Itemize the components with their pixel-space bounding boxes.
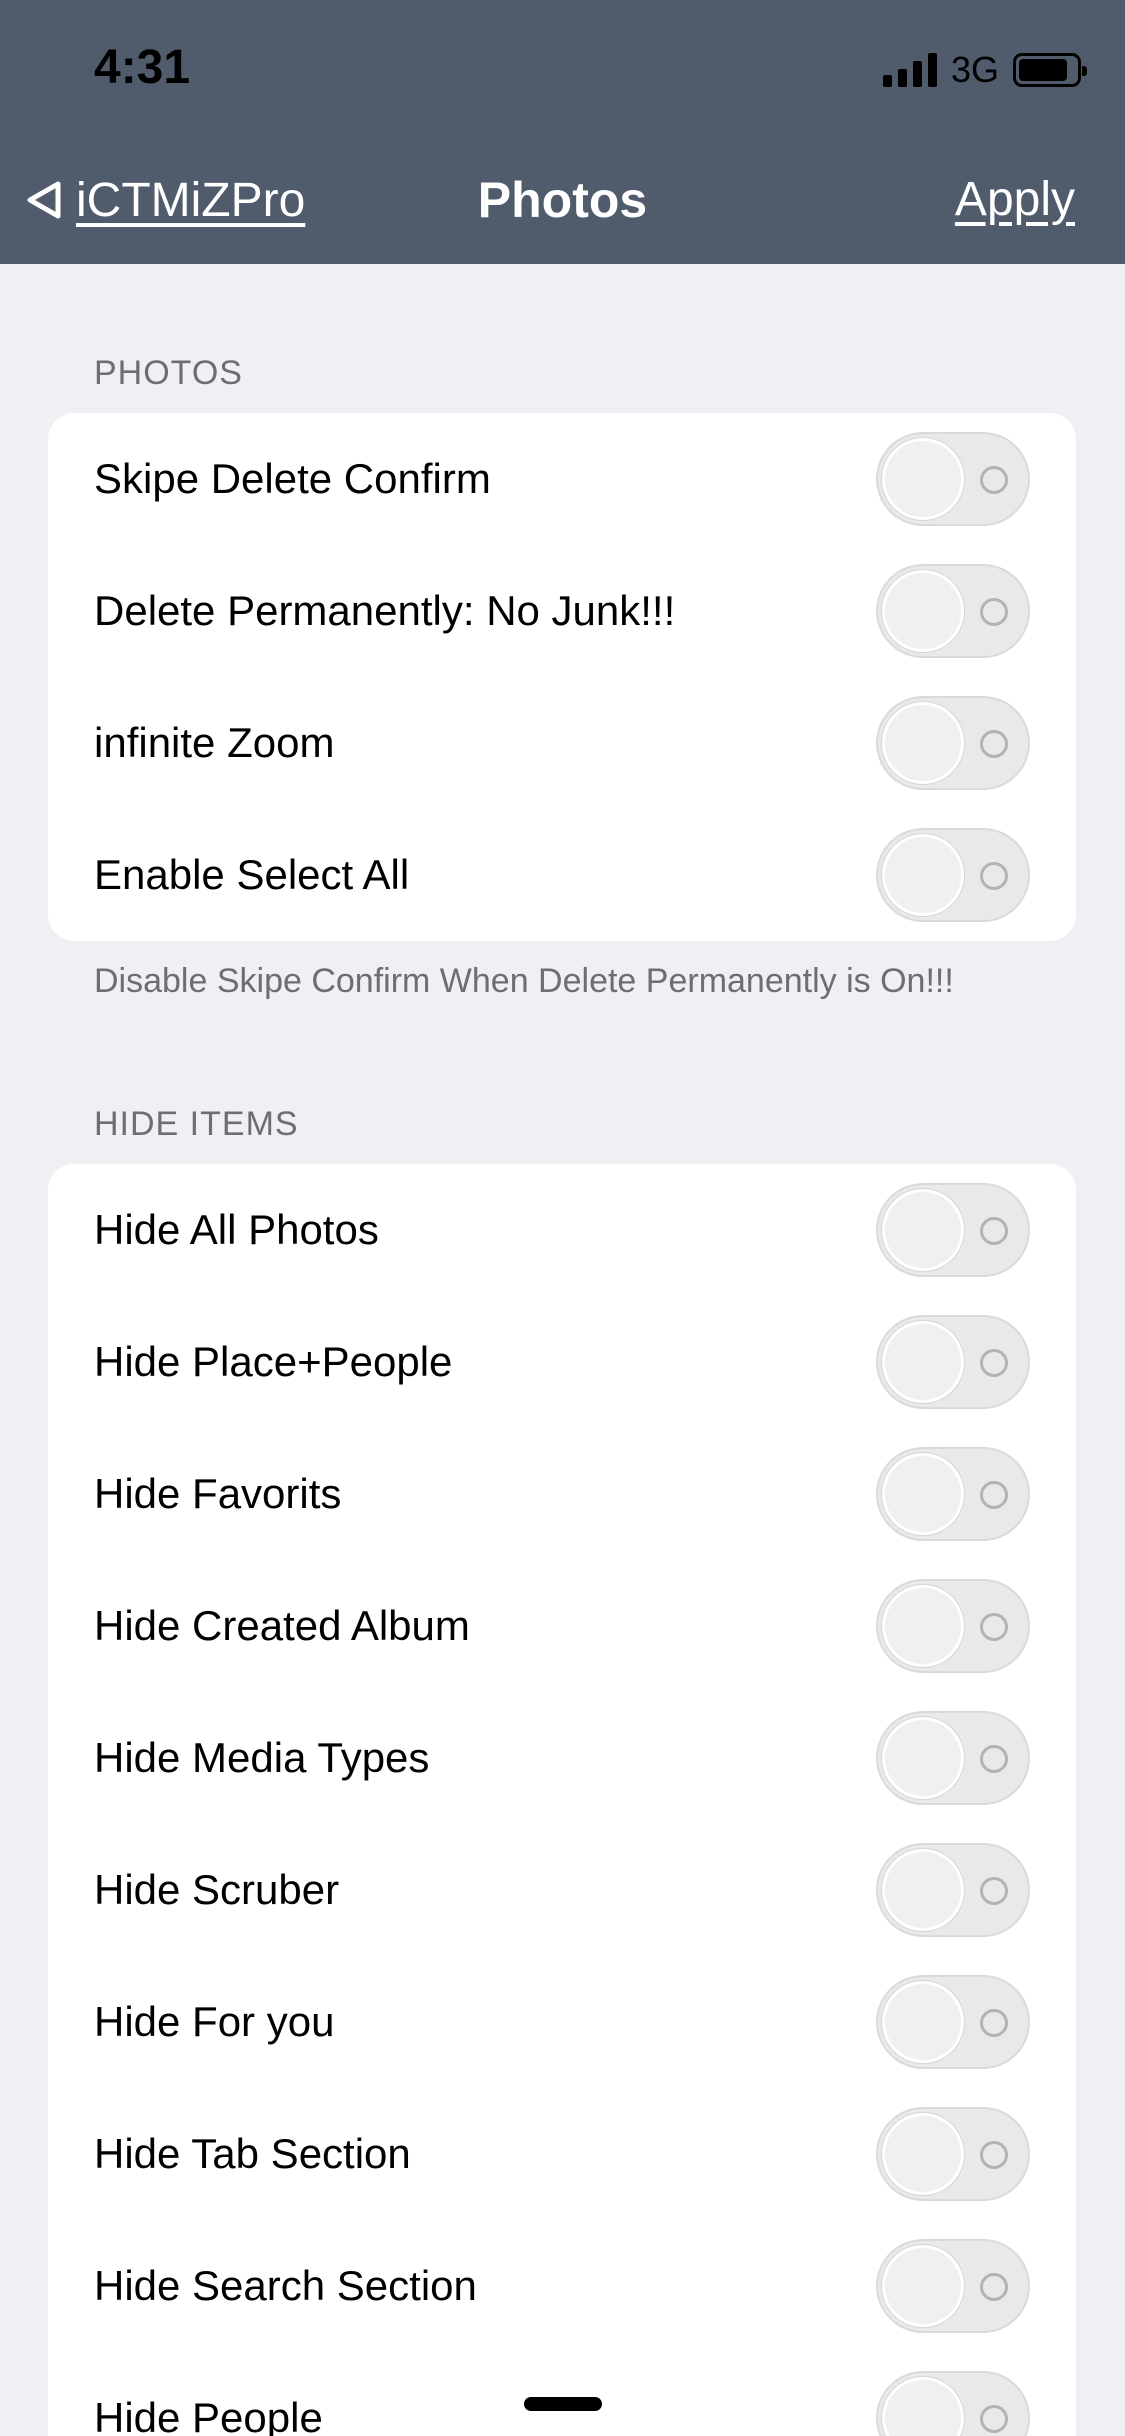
setting-label: Hide All Photos <box>94 1206 379 1253</box>
skip-delete-confirm-toggle[interactable] <box>876 432 1030 526</box>
setting-row: Hide Favorits <box>48 1428 1076 1560</box>
setting-row: Hide Media Types <box>48 1692 1076 1824</box>
infinite-zoom-toggle[interactable] <box>876 696 1030 790</box>
hide-all-photos-toggle[interactable] <box>876 1183 1030 1277</box>
hide-search-section-toggle[interactable] <box>876 2239 1030 2333</box>
top-bar: 4:31 3G iCTMiZPro Photos Apply <box>0 0 1125 264</box>
setting-label: Hide Tab Section <box>94 2130 411 2177</box>
hide-media-types-toggle[interactable] <box>876 1711 1030 1805</box>
setting-row: Skipe Delete Confirm <box>48 413 1076 545</box>
hide-place-people-toggle[interactable] <box>876 1315 1030 1409</box>
setting-label: Hide Scruber <box>94 1866 340 1913</box>
section-footer-note: Disable Skipe Confirm When Delete Perman… <box>94 962 954 1000</box>
setting-label: Hide For you <box>94 1998 335 2045</box>
settings-group-hide-items: Hide All Photos Hide Place+People Hide F… <box>48 1164 1076 2436</box>
setting-label: Hide Search Section <box>94 2262 477 2309</box>
setting-row: Hide Search Section <box>48 2220 1076 2352</box>
hide-for-you-toggle[interactable] <box>876 1975 1030 2069</box>
setting-label: infinite Zoom <box>94 719 335 766</box>
battery-icon <box>1013 53 1087 87</box>
setting-row: Hide Created Album <box>48 1560 1076 1692</box>
hide-people-toggle[interactable] <box>876 2371 1030 2436</box>
setting-row: Hide All Photos <box>48 1164 1076 1296</box>
hide-favorits-toggle[interactable] <box>876 1447 1030 1541</box>
setting-row: Hide For you <box>48 1956 1076 2088</box>
setting-label: Delete Permanently: No Junk!!! <box>94 587 676 634</box>
status-time: 4:31 <box>94 41 191 94</box>
hide-created-album-toggle[interactable] <box>876 1579 1030 1673</box>
setting-label: Hide People <box>94 2394 323 2436</box>
setting-row: Hide People <box>48 2352 1076 2436</box>
setting-label: Hide Created Album <box>94 1602 470 1649</box>
delete-permanently-toggle[interactable] <box>876 564 1030 658</box>
network-type: 3G <box>950 49 999 90</box>
setting-row: Enable Select All <box>48 809 1076 941</box>
apply-button[interactable]: Apply <box>955 168 1075 232</box>
setting-label: Hide Media Types <box>94 1734 430 1781</box>
setting-label: Hide Place+People <box>94 1338 453 1385</box>
setting-row: Hide Tab Section <box>48 2088 1076 2220</box>
setting-label: Enable Select All <box>94 851 410 898</box>
setting-row: infinite Zoom <box>48 677 1076 809</box>
hide-scruber-toggle[interactable] <box>876 1843 1030 1937</box>
setting-row: Hide Scruber <box>48 1824 1076 1956</box>
section-header-hide-items: HIDE ITEMS <box>94 1105 299 1143</box>
setting-label: Hide Favorits <box>94 1470 342 1517</box>
setting-label: Skipe Delete Confirm <box>94 455 491 502</box>
setting-row: Delete Permanently: No Junk!!! <box>48 545 1076 677</box>
setting-row: Hide Place+People <box>48 1296 1076 1428</box>
signal-icon <box>882 53 937 87</box>
settings-group-photos: Skipe Delete Confirm Delete Permanently:… <box>48 413 1076 941</box>
home-indicator[interactable] <box>524 2397 602 2411</box>
hide-tab-section-toggle[interactable] <box>876 2107 1030 2201</box>
status-indicators: 3G <box>882 48 1087 92</box>
section-header-photos: PHOTOS <box>94 354 243 392</box>
enable-select-all-toggle[interactable] <box>876 828 1030 922</box>
